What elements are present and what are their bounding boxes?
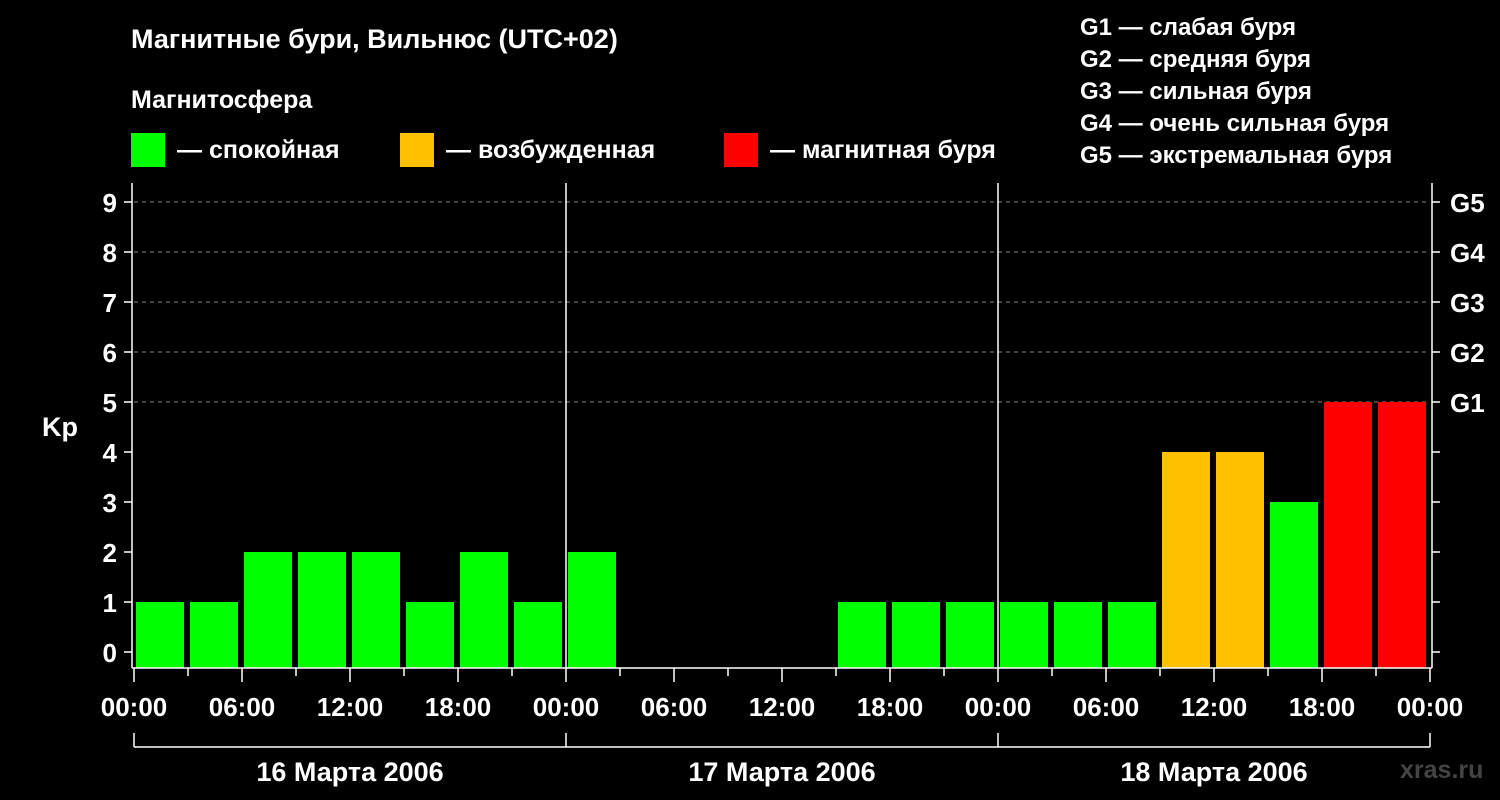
bar <box>1000 602 1048 668</box>
x-tick-label: 00:00 <box>1397 692 1464 722</box>
legend-label-storm: — магнитная буря <box>770 135 996 164</box>
bar <box>514 602 562 668</box>
watermark: xras.ru <box>1400 756 1484 784</box>
legend-item-quiet: — спокойная <box>131 133 340 167</box>
bar <box>568 552 616 668</box>
x-tick-label: 00:00 <box>533 692 600 722</box>
x-tick-label: 12:00 <box>317 692 384 722</box>
bar <box>406 602 454 668</box>
g-tick-label: G2 <box>1450 338 1485 368</box>
g-legend-g5: G5 — экстремальная буря <box>1080 142 1393 169</box>
bar <box>892 602 940 668</box>
g-legend-g1: G1 — слабая буря <box>1080 14 1297 41</box>
y-tick-label: 8 <box>103 238 117 268</box>
y-tick-label: 3 <box>103 488 117 518</box>
bar <box>946 602 994 668</box>
x-tick-label: 00:00 <box>965 692 1032 722</box>
legend-subtitle: Магнитосфера <box>131 86 313 114</box>
g-legend-g3: G3 — сильная буря <box>1080 78 1312 105</box>
bar <box>1108 602 1156 668</box>
x-tick-label: 18:00 <box>857 692 924 722</box>
g-tick-label: G5 <box>1450 188 1485 218</box>
bar <box>136 602 184 668</box>
x-tick-label: 18:00 <box>425 692 492 722</box>
x-tick-label: 06:00 <box>641 692 708 722</box>
g-tick-label: G3 <box>1450 288 1485 318</box>
g-tick-label: G1 <box>1450 388 1485 418</box>
x-tick-label: 12:00 <box>749 692 816 722</box>
g-scale-legend: G1 — слабая буря G2 — средняя буря G3 — … <box>1080 12 1392 172</box>
g-tick-label: G4 <box>1450 238 1485 268</box>
x-tick-label: 18:00 <box>1289 692 1356 722</box>
y-tick-label: 5 <box>103 388 117 418</box>
legend-swatch-quiet <box>131 133 165 167</box>
day-label: 17 Марта 2006 <box>688 757 875 787</box>
y-tick-label: 7 <box>103 288 117 318</box>
bar <box>1378 402 1426 668</box>
day-label: 16 Марта 2006 <box>256 757 443 787</box>
x-tick-label: 00:00 <box>101 692 168 722</box>
y-tick-label: 6 <box>103 338 117 368</box>
bar <box>1216 452 1264 668</box>
chart-title: Магнитные бури, Вильнюс (UTC+02) <box>131 24 618 54</box>
legend-label-active: — возбужденная <box>446 135 656 164</box>
y-tick-label: 4 <box>103 438 118 468</box>
x-tick-label: 06:00 <box>209 692 276 722</box>
g-legend-g2: G2 — средняя буря <box>1080 46 1311 73</box>
bar <box>352 552 400 668</box>
y-tick-label: 9 <box>103 188 117 218</box>
y-axis-label: Kp <box>42 412 78 442</box>
y-tick-label: 0 <box>103 638 117 668</box>
bar <box>460 552 508 668</box>
bar <box>1162 452 1210 668</box>
g-legend-g4: G4 — очень сильная буря <box>1080 110 1390 137</box>
legend-swatch-active <box>400 133 434 167</box>
bar <box>1324 402 1372 668</box>
bar <box>1270 502 1318 668</box>
y-tick-label: 2 <box>103 538 117 568</box>
legend-swatch-storm <box>724 133 758 167</box>
y-tick-label: 1 <box>103 588 117 618</box>
bar <box>244 552 292 668</box>
legend-item-active: — возбужденная <box>400 133 655 167</box>
bar <box>190 602 238 668</box>
day-label: 18 Марта 2006 <box>1120 757 1307 787</box>
bar <box>298 552 346 668</box>
legend-item-storm: — магнитная буря <box>724 133 996 167</box>
bar <box>1054 602 1102 668</box>
x-tick-label: 12:00 <box>1181 692 1248 722</box>
bar <box>838 602 886 668</box>
legend-label-quiet: — спокойная <box>177 135 340 164</box>
x-tick-label: 06:00 <box>1073 692 1140 722</box>
